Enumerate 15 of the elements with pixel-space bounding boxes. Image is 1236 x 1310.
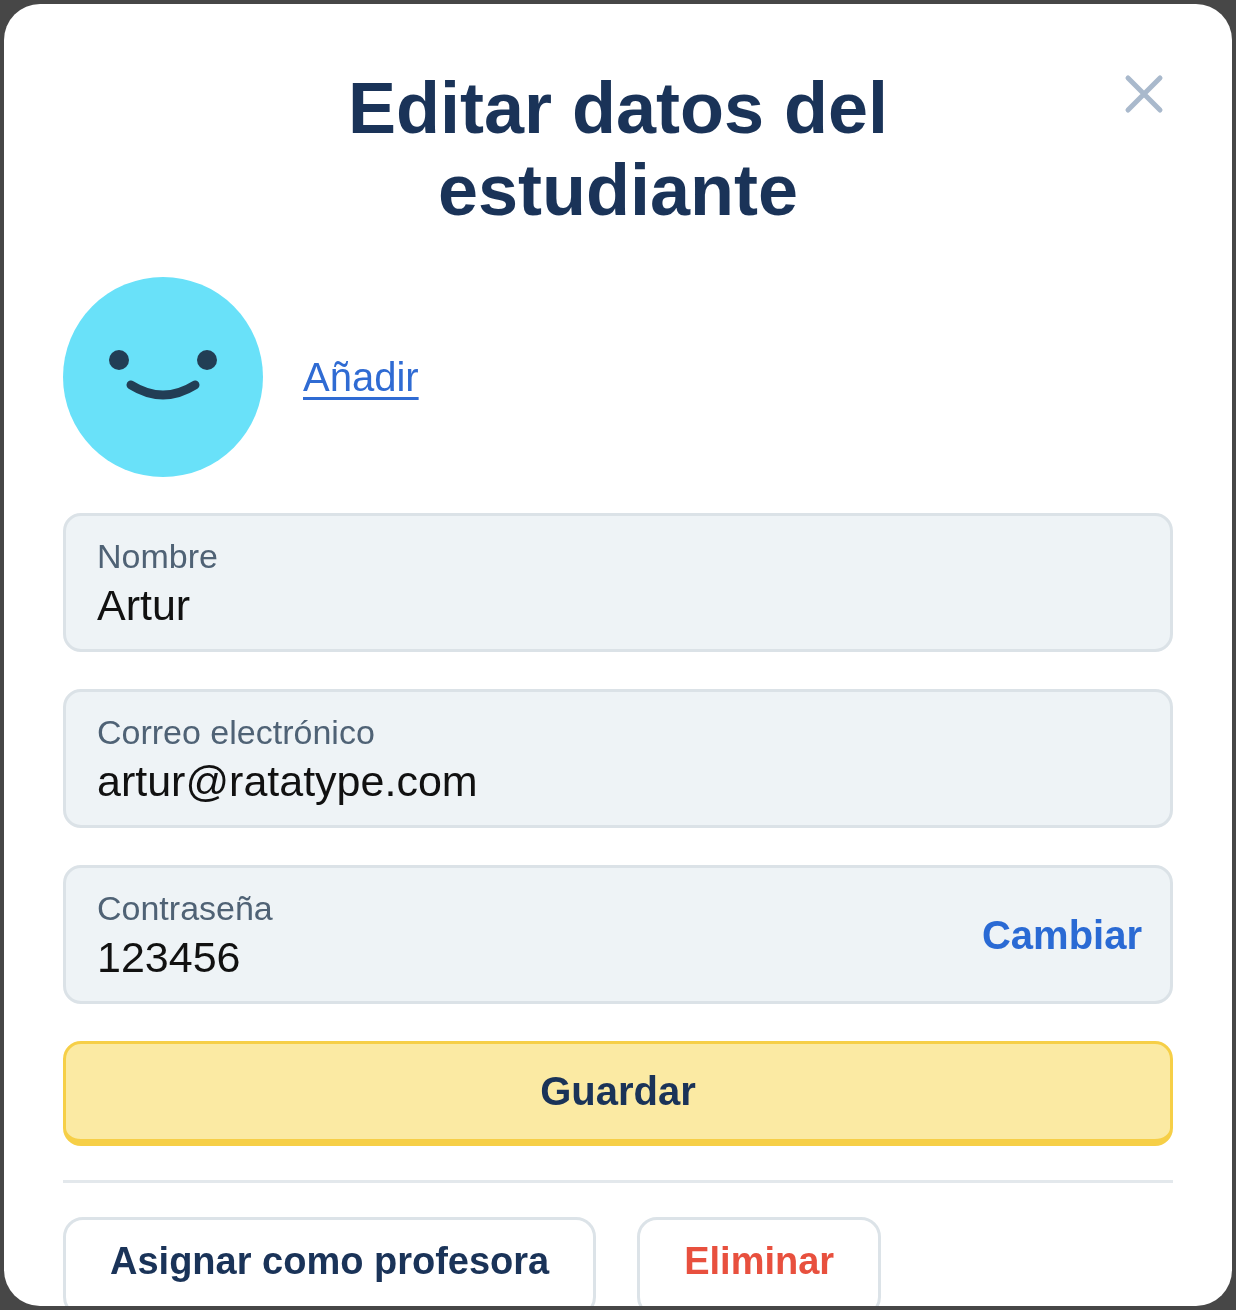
smiley-avatar-icon — [63, 277, 263, 477]
delete-button[interactable]: Eliminar — [637, 1217, 882, 1306]
change-button[interactable]: Cambiar — [981, 910, 1142, 959]
field-label: Correo electrónico — [97, 712, 375, 752]
assign-teacher-button[interactable]: Asignar como profesora — [63, 1217, 597, 1306]
text-field[interactable]: Correo electrónico artur@ratatype.com — [63, 689, 1173, 828]
close-button[interactable] — [1124, 74, 1164, 114]
field-label: Contraseña — [97, 888, 273, 928]
save-button[interactable]: Guardar — [63, 1041, 1173, 1146]
dialog-title: Editar datos del estudiante — [346, 67, 890, 231]
field-label: Nombre — [97, 536, 218, 576]
close-icon — [1124, 74, 1164, 114]
text-field[interactable]: Nombre Artur — [63, 513, 1173, 652]
add-photo-link[interactable]: Añadir — [303, 353, 419, 401]
text-field[interactable]: Contraseña 123456 Cambiar — [63, 865, 1173, 1004]
